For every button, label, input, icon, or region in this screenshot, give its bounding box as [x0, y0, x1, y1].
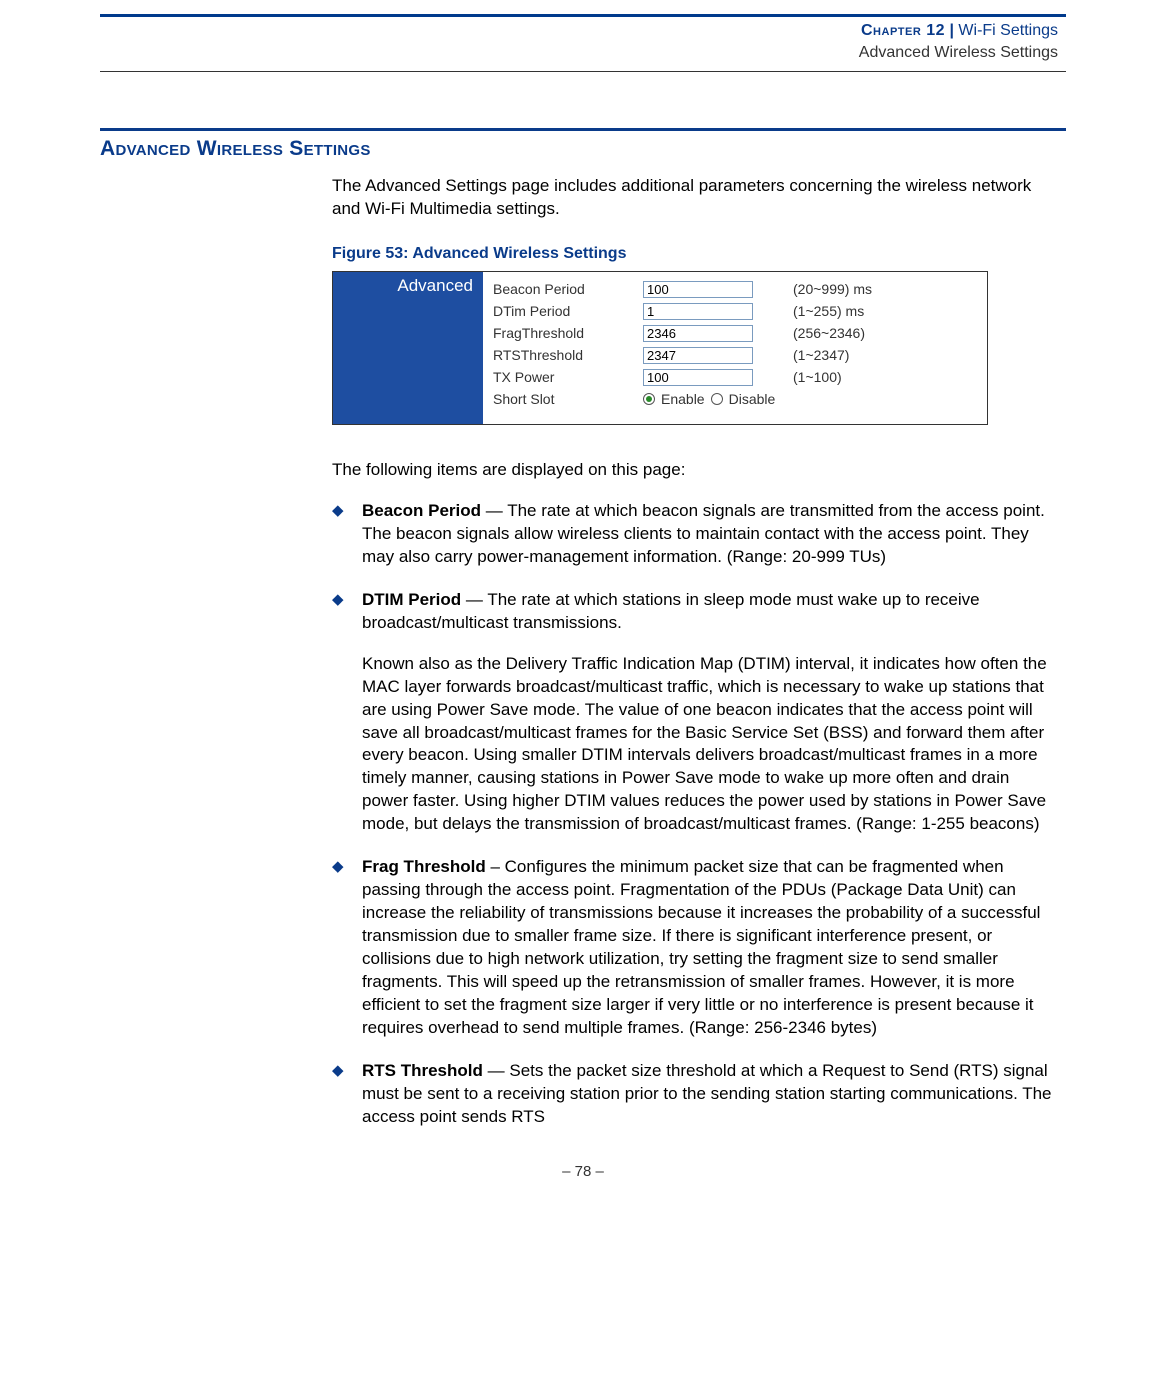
figure-row-range: (1~2347): [793, 347, 987, 363]
figure-row-range: (256~2346): [793, 325, 987, 341]
figure-row-range: (1~100): [793, 369, 987, 385]
list-item: Beacon Period — The rate at which beacon…: [332, 500, 1056, 569]
figure-row-label: Short Slot: [493, 391, 643, 407]
item-sep: —: [481, 501, 507, 520]
figure-row-shortslot: Short Slot Enable Disable: [493, 388, 987, 410]
item-title: Frag Threshold: [362, 857, 486, 876]
chapter-label: Chapter 12: [861, 22, 945, 39]
list-item: Frag Threshold – Configures the minimum …: [332, 856, 1056, 1040]
figure-row-label: RTSThreshold: [493, 347, 643, 363]
figure-label: Figure 53: Advanced Wireless Settings: [332, 245, 1056, 263]
intro-paragraph: The Advanced Settings page includes addi…: [332, 175, 1056, 221]
chapter-separator: |: [949, 22, 953, 39]
short-slot-disable-label: Disable: [729, 391, 776, 407]
section-heading: Advanced Wireless Settings: [100, 137, 1066, 161]
figure-row-label: FragThreshold: [493, 325, 643, 341]
item-title: RTS Threshold: [362, 1061, 483, 1080]
body-lead: The following items are displayed on thi…: [332, 459, 1056, 482]
page-footer: – 78 –: [100, 1163, 1066, 1180]
figure-row-label: DTim Period: [493, 303, 643, 319]
figure-row-range: (1~255) ms: [793, 303, 987, 319]
section-rule: [100, 128, 1066, 131]
frag-threshold-input[interactable]: [643, 325, 753, 342]
short-slot-disable-radio[interactable]: [711, 393, 723, 405]
figure-row-range: (20~999) ms: [793, 281, 987, 297]
item-text: Configures the minimum packet size that …: [362, 857, 1040, 1037]
figure-row-label: TX Power: [493, 369, 643, 385]
chapter-subtitle: Advanced Wireless Settings: [100, 42, 1058, 64]
short-slot-enable-label: Enable: [661, 391, 705, 407]
figure-row-beacon: Beacon Period (20~999) ms: [493, 278, 987, 300]
tx-power-input[interactable]: [643, 369, 753, 386]
item-sep: —: [483, 1061, 509, 1080]
list-item: DTIM Period — The rate at which stations…: [332, 589, 1056, 836]
item-sep: —: [461, 590, 487, 609]
rts-threshold-input[interactable]: [643, 347, 753, 364]
item-title: Beacon Period: [362, 501, 481, 520]
figure-row-frag: FragThreshold (256~2346): [493, 322, 987, 344]
figure-side-tab: Advanced: [333, 272, 483, 424]
item-sep: –: [486, 857, 505, 876]
running-header: Chapter 12 | Wi-Fi Settings Advanced Wir…: [100, 17, 1066, 69]
list-item: RTS Threshold — Sets the packet size thr…: [332, 1060, 1056, 1129]
dtim-period-input[interactable]: [643, 303, 753, 320]
chapter-title: Wi-Fi Settings: [958, 22, 1058, 39]
item-title: DTIM Period: [362, 590, 461, 609]
figure-row-rts: RTSThreshold (1~2347): [493, 344, 987, 366]
short-slot-enable-radio[interactable]: [643, 393, 655, 405]
figure-row-txpower: TX Power (1~100): [493, 366, 987, 388]
figure-settings-grid: Beacon Period (20~999) ms DTim Period (1…: [483, 272, 987, 424]
figure-screenshot: Advanced Beacon Period (20~999) ms DTim …: [332, 271, 988, 425]
beacon-period-input[interactable]: [643, 281, 753, 298]
parameters-list: Beacon Period — The rate at which beacon…: [332, 500, 1056, 1129]
figure-row-label: Beacon Period: [493, 281, 643, 297]
item-extra: Known also as the Delivery Traffic Indic…: [362, 653, 1056, 837]
figure-row-dtim: DTim Period (1~255) ms: [493, 300, 987, 322]
